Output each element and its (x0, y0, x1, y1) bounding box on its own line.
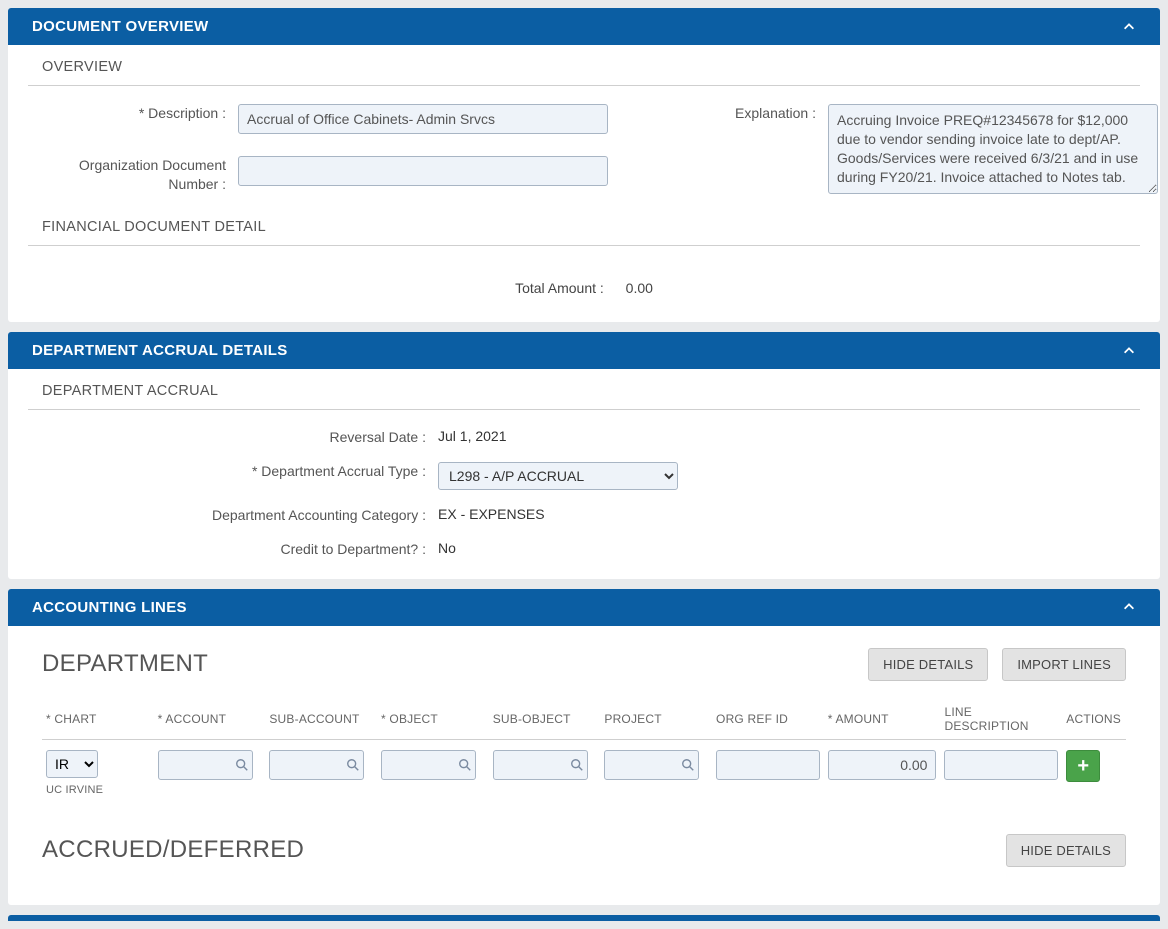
line-description-input[interactable] (944, 750, 1058, 780)
import-lines-button[interactable]: IMPORT LINES (1002, 648, 1126, 681)
chevron-up-icon (1122, 20, 1136, 34)
project-lookup-icon[interactable] (681, 758, 695, 772)
col-line-desc: LINE DESCRIPTION (940, 699, 1062, 740)
accrual-type-label: * Department Accrual Type : (38, 462, 438, 490)
reversal-date-value: Jul 1, 2021 (438, 428, 1138, 446)
amount-input[interactable] (828, 750, 937, 780)
account-lookup-icon[interactable] (235, 758, 249, 772)
department-accrual-body: DEPARTMENT ACCRUAL Reversal Date : Jul 1… (8, 369, 1160, 579)
document-overview-body: OVERVIEW * Description : Explanation : O… (8, 45, 1160, 322)
overview-subheader: OVERVIEW (28, 59, 1140, 86)
col-amount: * AMOUNT (824, 699, 941, 740)
hide-details-button[interactable]: HIDE DETAILS (868, 648, 988, 681)
description-input[interactable] (238, 104, 608, 134)
dept-accrual-subheader: DEPARTMENT ACCRUAL (28, 383, 1140, 410)
col-project: PROJECT (600, 699, 712, 740)
document-overview-header[interactable]: DOCUMENT OVERVIEW (8, 8, 1160, 45)
accounting-lines-table: * CHART * ACCOUNT SUB-ACCOUNT * OBJECT S… (42, 699, 1126, 800)
col-object: * OBJECT (377, 699, 489, 740)
chart-sublabel: UC IRVINE (46, 784, 150, 796)
next-panel-peek (8, 915, 1160, 921)
department-accrual-panel: DEPARTMENT ACCRUAL DETAILS DEPARTMENT AC… (8, 332, 1160, 579)
col-sub-object: SUB-OBJECT (489, 699, 601, 740)
total-amount-value: 0.00 (626, 280, 653, 296)
department-section-title: DEPARTMENT (42, 650, 208, 678)
explanation-textarea[interactable] (828, 104, 1158, 194)
hide-details-button-2[interactable]: HIDE DETAILS (1006, 834, 1126, 867)
accounting-category-label: Department Accounting Category : (38, 506, 438, 524)
credit-to-dept-value: No (438, 540, 1138, 558)
description-label: * Description : (38, 104, 238, 122)
accounting-lines-panel: ACCOUNTING LINES DEPARTMENT HIDE DETAILS… (8, 589, 1160, 905)
sub-object-lookup-icon[interactable] (570, 758, 584, 772)
explanation-label: Explanation : (608, 104, 828, 122)
panel-title: DEPARTMENT ACCRUAL DETAILS (32, 342, 288, 359)
orgdoc-input[interactable] (238, 156, 608, 186)
chart-select[interactable]: IR (46, 750, 98, 778)
orgdoc-label: Organization Document Number : (38, 156, 238, 192)
accounting-category-value: EX - EXPENSES (438, 506, 1138, 524)
plus-icon: + (1077, 756, 1089, 776)
accounting-lines-header[interactable]: ACCOUNTING LINES (8, 589, 1160, 626)
col-chart: * CHART (42, 699, 154, 740)
col-actions: ACTIONS (1062, 699, 1126, 740)
department-accrual-header[interactable]: DEPARTMENT ACCRUAL DETAILS (8, 332, 1160, 369)
accrual-type-select[interactable]: L298 - A/P ACCRUAL (438, 462, 678, 490)
col-sub-account: SUB-ACCOUNT (265, 699, 377, 740)
document-overview-panel: DOCUMENT OVERVIEW OVERVIEW * Description… (8, 8, 1160, 322)
reversal-date-label: Reversal Date : (38, 428, 438, 446)
total-amount-label: Total Amount : (515, 280, 604, 296)
accrued-deferred-section-title: ACCRUED/DEFERRED (42, 836, 304, 864)
sub-account-lookup-icon[interactable] (346, 758, 360, 772)
chevron-up-icon (1122, 600, 1136, 614)
org-ref-input[interactable] (716, 750, 820, 780)
chevron-up-icon (1122, 344, 1136, 358)
table-row: IR UC IRVINE (42, 739, 1126, 800)
col-account: * ACCOUNT (154, 699, 266, 740)
object-lookup-icon[interactable] (458, 758, 472, 772)
col-org-ref: ORG REF ID (712, 699, 824, 740)
accounting-lines-body: DEPARTMENT HIDE DETAILS IMPORT LINES * C… (8, 626, 1160, 905)
financial-detail-subheader: FINANCIAL DOCUMENT DETAIL (28, 219, 1140, 246)
panel-title: DOCUMENT OVERVIEW (32, 18, 209, 35)
table-header-row: * CHART * ACCOUNT SUB-ACCOUNT * OBJECT S… (42, 699, 1126, 740)
panel-title: ACCOUNTING LINES (32, 599, 187, 616)
add-line-button[interactable]: + (1066, 750, 1100, 782)
credit-to-dept-label: Credit to Department? : (38, 540, 438, 558)
